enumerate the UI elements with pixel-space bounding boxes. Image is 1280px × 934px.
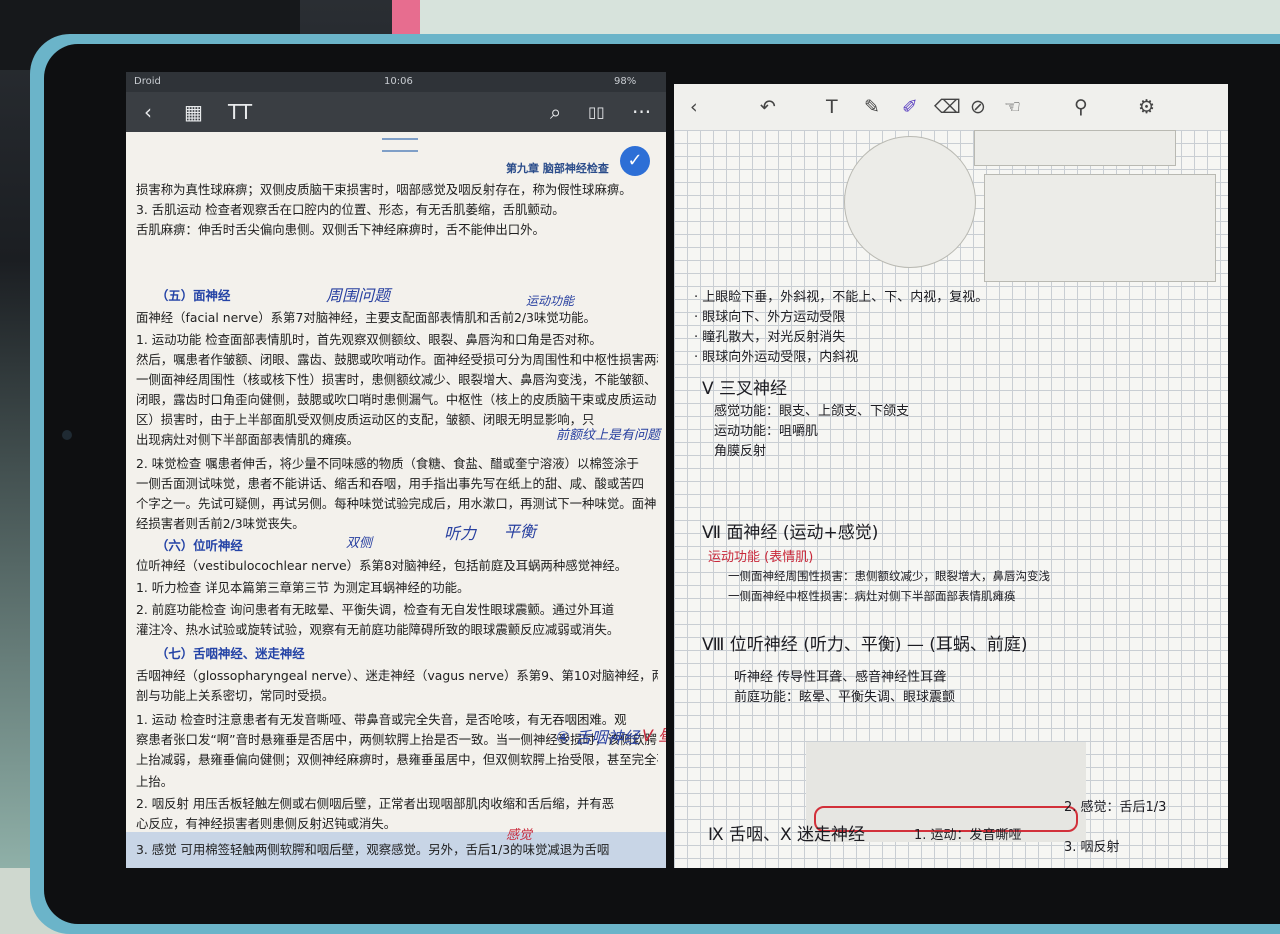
settings-icon[interactable]: ⚙ bbox=[1138, 96, 1155, 118]
text-size-icon[interactable]: TT bbox=[228, 100, 252, 124]
note-line: · 瞳孔散大，对光反射消失 bbox=[694, 330, 846, 345]
chapter-heading: 第九章 脑部神经检查 bbox=[506, 162, 609, 175]
lightbulb-icon[interactable]: ⚲ bbox=[1074, 96, 1088, 118]
back-icon[interactable]: ‹ bbox=[144, 100, 152, 124]
note-line: 3. 咽反射 bbox=[1064, 840, 1120, 855]
handwritten-note: 前额纹上是有问题 bbox=[556, 428, 661, 443]
anatomy-figure bbox=[984, 174, 1216, 282]
note-line: 听神经 传导性耳聋、感音神经性耳聋 bbox=[734, 670, 947, 685]
note-line: 一侧面神经中枢性损害：病灶对侧下半部面部表情肌瘫痪 bbox=[728, 589, 1016, 603]
status-bar: Droid 10:06 98% bbox=[126, 72, 666, 92]
thumbnails-icon[interactable]: ▦ bbox=[184, 100, 203, 124]
note-line: 角膜反射 bbox=[714, 444, 767, 459]
note-line: 2. 感觉：舌后1/3 bbox=[1064, 800, 1167, 815]
note-canvas[interactable]: · 上眼睑下垂，外斜视，不能上、下、内视，复视。 · 眼球向下、外方运动受限 ·… bbox=[674, 130, 1228, 868]
text-line: 1. 运动功能 检查面部表情肌时，首先观察双侧额纹、眼裂、鼻唇沟和口角是否对称。 bbox=[136, 332, 602, 347]
split-view-divider[interactable] bbox=[666, 72, 674, 868]
handwritten-note: 运动功能 bbox=[526, 294, 575, 308]
notes-pane: ‹ ↶ T ✎ ✐ ⌫ ⊘ ☜ ⚲ ⚙ · 上眼睑下垂，外斜视，不能上、下、内视… bbox=[674, 84, 1228, 868]
text-line: 上抬减弱，悬雍垂偏向健侧；双侧神经麻痹时，悬雍垂虽居中，但双侧软腭上抬受限，甚至… bbox=[136, 752, 658, 767]
note-line: 前庭功能：眩晕、平衡失调、眼球震颤 bbox=[734, 690, 956, 705]
note-heading: Ⅶ 面神经 (运动+感觉) bbox=[702, 523, 879, 543]
note-line: 运动功能 (表情肌) bbox=[708, 550, 814, 565]
section-heading: （五）面神经 bbox=[156, 288, 231, 303]
handwritten-note: Ⅴ 昼 bbox=[642, 726, 666, 745]
handwritten-note: 双侧 bbox=[346, 536, 373, 551]
check-icon[interactable]: ✓ bbox=[620, 146, 650, 176]
section-heading: （七）舌咽神经、迷走神经 bbox=[156, 646, 305, 661]
note-line: 一侧面神经周围性损害：患侧额纹减少，眼裂增大，鼻唇沟变浅 bbox=[728, 569, 1050, 583]
note-line: · 上眼睑下垂，外斜视，不能上、下、内视，复视。 bbox=[694, 290, 989, 305]
undo-icon[interactable]: ↶ bbox=[760, 96, 776, 118]
text-line: 然后，嘱患者作皱额、闭眼、露齿、鼓腮或吹哨动作。面神经受损可分为周围性和中枢性损… bbox=[136, 352, 658, 367]
text-line: 位听神经（vestibulocochlear nerve）系第8对脑神经，包括前… bbox=[136, 558, 628, 573]
text-line: 心反应，有神经损害者则患侧反射迟钝或消失。 bbox=[136, 816, 397, 831]
search-icon[interactable]: ⌕ bbox=[550, 100, 561, 124]
note-heading: Ⅷ 位听神经 (听力、平衡) — (耳蜗、前庭) bbox=[702, 635, 1028, 655]
text-line: 1. 听力检查 详见本篇第三章第三节 为测定耳蜗神经的功能。 bbox=[136, 580, 470, 595]
text-line: 2. 味觉检查 嘱患者伸舌，将少量不同味感的物质（食糖、食盐、醋或奎宁溶液）以棉… bbox=[136, 456, 639, 471]
handwritten-note: 平衡 bbox=[504, 522, 537, 541]
handwritten-note: 周围问题 bbox=[326, 286, 391, 305]
pdf-page[interactable]: 第九章 脑部神经检查 ✓ 损害称为真性球麻痹；双侧皮质脑干束损害时，咽部感觉及咽… bbox=[126, 132, 666, 868]
text-line: 灌注冷、热水试验或旋转试验，观察有无前庭功能障碍所致的眼球震颤反应减弱或消失。 bbox=[136, 622, 620, 637]
eye-diagram bbox=[844, 136, 976, 268]
highlighter-icon[interactable]: ✐ bbox=[902, 96, 918, 118]
lasso-icon[interactable]: ⊘ bbox=[970, 96, 986, 118]
note-heading: Ⅴ 三叉神经 bbox=[702, 379, 788, 399]
note-line: 1. 运动：发音嘶哑 bbox=[914, 828, 1022, 843]
text-line: 损害称为真性球麻痹；双侧皮质脑干束损害时，咽部感觉及咽反射存在，称为假性球麻痹。 bbox=[136, 182, 632, 197]
text-line: 上抬。 bbox=[136, 774, 174, 789]
text-line: 一侧面神经周围性（核或核下性）损害时，患侧额纹减少、眼裂增大、鼻唇沟变浅，不能皱… bbox=[136, 372, 657, 387]
note-line: · 眼球向下、外方运动受限 bbox=[694, 310, 846, 325]
handwritten-note: 听力 bbox=[444, 524, 477, 543]
reader-toolbar: ‹ ▦ TT ⌕ ▯▯ ··· bbox=[126, 92, 666, 132]
text-tool-icon[interactable]: T bbox=[826, 96, 838, 118]
note-line: 运动功能：咀嚼肌 bbox=[714, 424, 819, 439]
handwritten-note: ④ 舌咽神经 bbox=[556, 728, 640, 747]
text-line: 3. 舌肌运动 检查者观察舌在口腔内的位置、形态，有无舌肌萎缩，舌肌颤动。 bbox=[136, 202, 565, 217]
pen-icon[interactable]: ✎ bbox=[864, 96, 880, 118]
text-line: 闭眼，露齿时口角歪向健侧，鼓腮或吹口哨时患侧漏气。中枢性（核上的皮质脑干束或皮质… bbox=[136, 392, 657, 407]
back-icon[interactable]: ‹ bbox=[690, 96, 698, 118]
handwritten-note: 感觉 bbox=[506, 828, 533, 843]
text-line: 经损害者则舌前2/3味觉丧失。 bbox=[136, 516, 305, 531]
hand-icon[interactable]: ☜ bbox=[1004, 96, 1021, 118]
text-line: 2. 咽反射 用压舌板轻触左侧或右侧咽后壁，正常者出现咽部肌肉收缩和舌后缩，并有… bbox=[136, 796, 615, 811]
note-heading: Ⅸ 舌咽、Ⅹ 迷走神经 bbox=[708, 825, 866, 845]
more-icon[interactable]: ··· bbox=[632, 100, 651, 124]
camera-icon bbox=[62, 430, 72, 440]
text-line: 舌肌麻痹：伸舌时舌尖偏向患侧。双侧舌下神经麻痹时，舌不能伸出口外。 bbox=[136, 222, 545, 237]
book-icon[interactable]: ▯▯ bbox=[588, 100, 605, 124]
text-line: 一侧舌面测试味觉，患者不能讲话、缩舌和吞咽，用手指出事先写在纸上的甜、咸、酸或苦… bbox=[136, 476, 645, 491]
battery-label: 98% bbox=[614, 76, 637, 87]
section-heading: （六）位听神经 bbox=[156, 538, 243, 553]
carrier-label: Droid bbox=[134, 76, 161, 87]
text-line: 舌咽神经（glossopharyngeal nerve）、迷走神经（vagus … bbox=[136, 668, 658, 683]
notes-toolbar: ‹ ↶ T ✎ ✐ ⌫ ⊘ ☜ ⚲ ⚙ bbox=[674, 84, 1228, 130]
text-line: 2. 前庭功能检查 询问患者有无眩晕、平衡失调，检查有无自发性眼球震颤。通过外耳… bbox=[136, 602, 615, 617]
background-pink-item bbox=[392, 0, 422, 34]
drag-handle[interactable] bbox=[382, 138, 418, 152]
note-line: 感觉功能：眼支、上颌支、下颌支 bbox=[714, 404, 910, 419]
note-line: · 眼球向外运动受限，内斜视 bbox=[694, 350, 859, 365]
text-line: 3. 感觉 可用棉签轻触两侧软腭和咽后壁，观察感觉。另外，舌后1/3的味觉减退为… bbox=[136, 842, 610, 857]
clock: 10:06 bbox=[384, 76, 413, 87]
eraser-icon[interactable]: ⌫ bbox=[934, 96, 961, 118]
anatomy-figure-top bbox=[974, 130, 1176, 166]
text-line: 面神经（facial nerve）系第7对脑神经，主要支配面部表情肌和舌前2/3… bbox=[136, 310, 596, 325]
pdf-reader-pane: Droid 10:06 98% ‹ ▦ TT ⌕ ▯▯ ··· 第九章 脑部神经… bbox=[126, 72, 666, 868]
text-line: 个字之一。先试可疑侧，再试另侧。每种味觉试验完成后，用水漱口，再测试下一种味觉。… bbox=[136, 496, 657, 511]
text-line: 剖与功能上关系密切，常同时受损。 bbox=[136, 688, 335, 703]
